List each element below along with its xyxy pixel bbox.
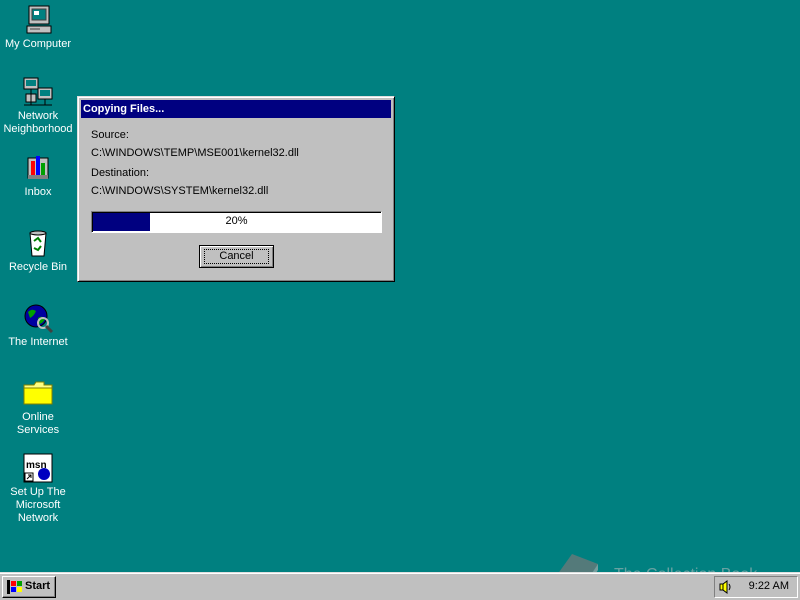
cancel-button-label: Cancel <box>204 249 269 264</box>
dialog-title[interactable]: Copying Files... <box>81 100 391 118</box>
progress-bar: 20% <box>91 211 382 233</box>
desktop-icon-label: My Computer <box>4 38 72 50</box>
folder-icon <box>22 377 54 409</box>
source-label: Source: <box>91 129 129 141</box>
system-tray: 9:22 AM <box>714 576 798 598</box>
desktop-icon-label: Set Up The Microsoft Network <box>10 486 66 524</box>
destination-label: Destination: <box>91 167 150 179</box>
desktop-icon-label: The Internet <box>8 336 68 348</box>
network-neighborhood-icon <box>22 76 54 108</box>
desktop-icon-label: Online Services <box>16 411 60 436</box>
progress-text: 20% <box>225 215 248 227</box>
source-path: C:\WINDOWS\TEMP\MSE001\kernel32.dll <box>91 147 299 159</box>
copying-files-dialog: Copying Files... Source: C:\WINDOWS\TEMP… <box>77 96 395 282</box>
desktop-icon-inbox[interactable]: Inbox <box>0 152 76 199</box>
desktop-icon-label: Inbox <box>24 186 52 198</box>
windows-flag-icon <box>7 580 22 594</box>
desktop-icon-my-computer[interactable]: My Computer <box>0 4 76 51</box>
desktop-icon-label: Recycle Bin <box>8 261 68 273</box>
start-button[interactable]: Start <box>2 576 56 598</box>
destination-path: C:\WINDOWS\SYSTEM\kernel32.dll <box>91 185 269 197</box>
inbox-icon <box>22 152 54 184</box>
start-label: Start <box>25 580 51 592</box>
cancel-button[interactable]: Cancel <box>199 245 274 268</box>
my-computer-icon <box>22 4 54 36</box>
recycle-bin-icon <box>22 227 54 259</box>
internet-icon <box>22 302 54 334</box>
desktop-icon-network-neighborhood[interactable]: Network Neighborhood <box>0 76 76 136</box>
desktop-icon-the-internet[interactable]: The Internet <box>0 302 76 349</box>
desktop-icon-msn-setup[interactable]: msn Set Up The Microsoft Network <box>0 452 76 525</box>
taskbar: Start 9:22 AM <box>0 572 800 600</box>
desktop-icon-label: Network Neighborhood <box>3 110 73 135</box>
msn-icon: msn <box>22 452 54 484</box>
clock[interactable]: 9:22 AM <box>749 580 789 592</box>
speaker-icon[interactable] <box>719 580 733 594</box>
desktop-icon-online-services[interactable]: Online Services <box>0 377 76 437</box>
desktop-icon-recycle-bin[interactable]: Recycle Bin <box>0 227 76 274</box>
